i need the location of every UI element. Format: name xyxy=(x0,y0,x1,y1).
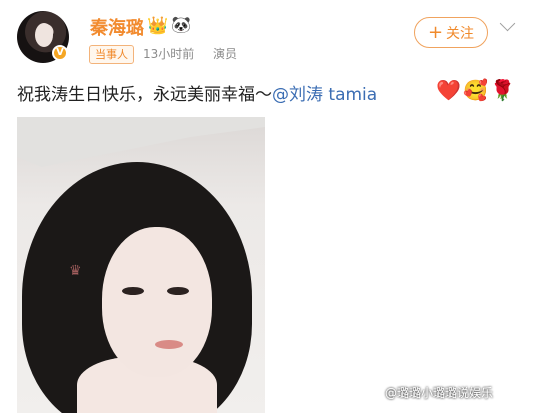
role-tag: 当事人 xyxy=(89,45,134,64)
author-name[interactable]: 秦海璐 xyxy=(90,14,144,40)
chevron-down-icon[interactable] xyxy=(499,15,516,32)
plus-icon: + xyxy=(427,22,444,43)
smile-emoji: 🥰 xyxy=(463,78,488,102)
post-text-main: 祝我涛生日快乐，永远美丽幸福～ xyxy=(17,85,272,105)
follow-button[interactable]: + 关注 xyxy=(414,17,488,48)
post-image[interactable]: ♛ ♥ xyxy=(17,117,265,413)
post-source: 演员 xyxy=(213,47,238,61)
crown-doodle-icon: ♛ xyxy=(69,263,82,279)
post-time: 13小时前 xyxy=(143,47,195,61)
follow-label: 关注 xyxy=(446,26,475,42)
panda-badge-icon: 🐼 xyxy=(171,15,191,34)
watermark: @璐璐小璐璐说娱乐 xyxy=(385,386,494,400)
heart-emoji: ❤️ xyxy=(436,78,461,102)
verified-badge-icon: V xyxy=(52,45,68,61)
post-text: 祝我涛生日快乐，永远美丽幸福～@刘涛 tamia xyxy=(17,80,377,105)
mention-link[interactable]: @刘涛 tamia xyxy=(272,85,377,105)
crown-badge-icon: 👑 xyxy=(147,16,169,36)
rose-emoji: 🌹 xyxy=(490,78,515,102)
